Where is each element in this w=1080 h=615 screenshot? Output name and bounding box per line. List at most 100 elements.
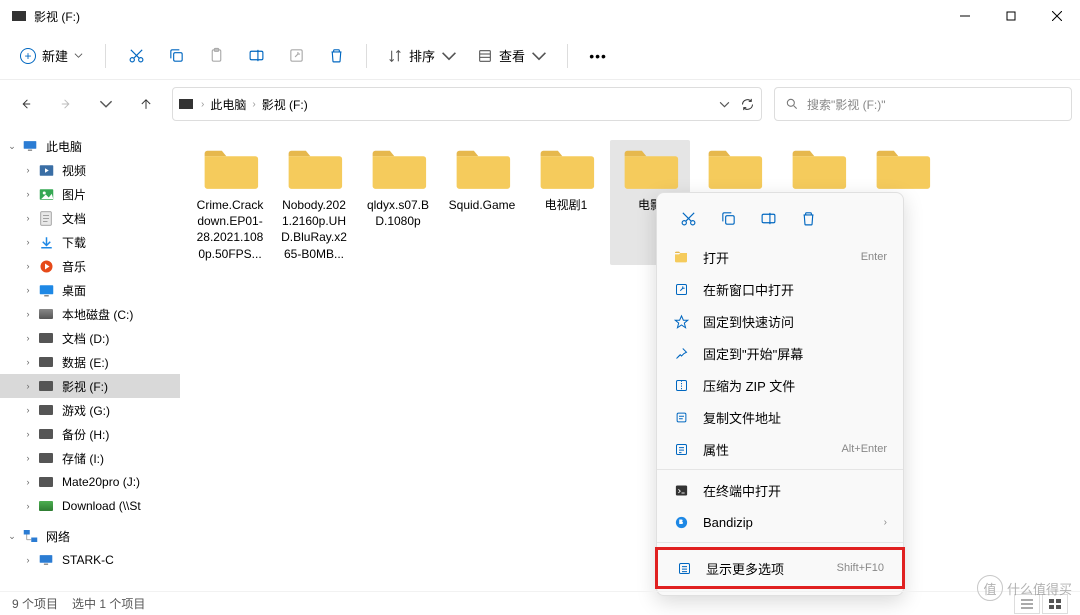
sidebar-item[interactable]: › 音乐 — [0, 254, 180, 278]
expand-icon[interactable]: › — [22, 381, 34, 391]
expand-icon[interactable]: › — [22, 501, 34, 511]
watermark-icon: 值 — [977, 575, 1003, 601]
sort-button[interactable]: 排序 — [379, 42, 465, 69]
sidebar-this-pc[interactable]: ⌄ 此电脑 — [0, 134, 180, 158]
search-placeholder: 搜索"影视 (F:)" — [807, 96, 886, 113]
expand-icon[interactable]: › — [22, 555, 34, 565]
sidebar-item[interactable]: › 数据 (E:) — [0, 350, 180, 374]
ctx-new-window[interactable]: 在新窗口中打开 — [657, 273, 903, 305]
sidebar-item[interactable]: › 文档 — [0, 206, 180, 230]
expand-icon[interactable]: › — [22, 429, 34, 439]
expand-icon[interactable]: › — [22, 213, 34, 223]
expand-icon[interactable]: › — [22, 261, 34, 271]
maximize-button[interactable] — [988, 0, 1034, 32]
breadcrumb: 此电脑 › 影视 (F:) — [210, 96, 307, 113]
ctx-zip[interactable]: 压缩为 ZIP 文件 — [657, 369, 903, 401]
folder-icon — [621, 144, 679, 195]
new-label: 新建 — [42, 46, 68, 65]
expand-icon[interactable]: › — [22, 357, 34, 367]
delete-button[interactable] — [318, 38, 354, 74]
expand-icon[interactable]: › — [22, 333, 34, 343]
sidebar-item[interactable]: › 影视 (F:) — [0, 374, 180, 398]
sort-icon — [387, 48, 403, 64]
folder-icon — [873, 144, 931, 195]
ctx-pin-quick[interactable]: 固定到快速访问 — [657, 305, 903, 337]
view-button[interactable]: 查看 — [469, 42, 555, 69]
rename-button[interactable] — [238, 38, 274, 74]
folder-item[interactable]: 电视剧1 — [526, 140, 606, 265]
expand-icon[interactable]: › — [22, 477, 34, 487]
sidebar-item[interactable]: › 视频 — [0, 158, 180, 182]
up-button[interactable] — [128, 86, 164, 122]
recent-button[interactable] — [88, 86, 124, 122]
sidebar-network-child[interactable]: › STARK-C — [0, 548, 180, 572]
sidebar-label: 文档 — [62, 210, 86, 227]
bandizip-icon — [673, 514, 689, 530]
ctx-properties[interactable]: 属性 Alt+Enter — [657, 433, 903, 465]
breadcrumb-seg[interactable]: 此电脑 — [210, 96, 246, 113]
sidebar-label: 视频 — [62, 162, 86, 179]
paste-button[interactable] — [198, 38, 234, 74]
expand-icon[interactable]: › — [22, 285, 34, 295]
separator — [105, 44, 106, 68]
sidebar-item[interactable]: › 桌面 — [0, 278, 180, 302]
new-button[interactable]: + 新建 — [10, 42, 93, 69]
ctx-copy-path[interactable]: 复制文件地址 — [657, 401, 903, 433]
sidebar-network[interactable]: ⌄ 网络 — [0, 524, 180, 548]
folder-label: 电视剧1 — [545, 197, 588, 213]
sidebar-item[interactable]: › 备份 (H:) — [0, 422, 180, 446]
chevron-down-icon[interactable] — [719, 99, 730, 110]
ctx-delete-button[interactable] — [791, 203, 825, 233]
sidebar-item[interactable]: › 图片 — [0, 182, 180, 206]
expand-icon[interactable]: › — [22, 165, 34, 175]
cut-button[interactable] — [118, 38, 154, 74]
network-icon — [22, 528, 38, 544]
sidebar-label: Download (\\St — [62, 499, 141, 513]
folder-label: Crime.Crackdown.EP01-28.2021.1080p.50FPS… — [194, 197, 266, 261]
more-button[interactable]: ••• — [580, 38, 616, 74]
expand-icon[interactable]: ⌄ — [6, 531, 18, 542]
search-input[interactable]: 搜索"影视 (F:)" — [774, 87, 1072, 121]
titlebar: 影视 (F:) — [0, 0, 1080, 32]
ctx-copy-button[interactable] — [711, 203, 745, 233]
star-icon — [673, 313, 689, 329]
folder-icon — [453, 144, 511, 195]
close-button[interactable] — [1034, 0, 1080, 32]
item-icon — [38, 354, 54, 370]
folder-item[interactable]: Nobody.2021.2160p.UHD.BluRay.x265-B0MB..… — [274, 140, 354, 265]
minimize-button[interactable] — [942, 0, 988, 32]
expand-icon[interactable]: › — [22, 237, 34, 247]
sidebar-item[interactable]: › Mate20pro (J:) — [0, 470, 180, 494]
refresh-icon[interactable] — [740, 97, 755, 112]
expand-icon[interactable]: › — [22, 453, 34, 463]
ctx-open[interactable]: 打开 Enter — [657, 241, 903, 273]
sidebar-item[interactable]: › 本地磁盘 (C:) — [0, 302, 180, 326]
folder-item[interactable]: qldyx.s07.BD.1080p — [358, 140, 438, 265]
ctx-show-more[interactable]: 显示更多选项 Shift+F10 — [660, 552, 900, 584]
expand-icon[interactable]: ⌄ — [6, 141, 18, 152]
expand-icon[interactable]: › — [22, 309, 34, 319]
copy-button[interactable] — [158, 38, 194, 74]
address-bar[interactable]: › 此电脑 › 影视 (F:) — [172, 87, 762, 121]
watermark: 值 什么值得买 — [977, 575, 1072, 601]
share-button[interactable] — [278, 38, 314, 74]
ctx-terminal[interactable]: 在终端中打开 — [657, 474, 903, 506]
ctx-bandizip[interactable]: Bandizip › — [657, 506, 903, 538]
ctx-rename-button[interactable] — [751, 203, 785, 233]
folder-item[interactable]: Crime.Crackdown.EP01-28.2021.1080p.50FPS… — [190, 140, 270, 265]
sidebar-item[interactable]: › Download (\\St — [0, 494, 180, 518]
folder-content[interactable]: Crime.Crackdown.EP01-28.2021.1080p.50FPS… — [180, 128, 1080, 591]
forward-button[interactable] — [48, 86, 84, 122]
back-button[interactable] — [8, 86, 44, 122]
breadcrumb-seg[interactable]: 影视 (F:) — [262, 96, 308, 113]
expand-icon[interactable]: › — [22, 189, 34, 199]
ctx-cut-button[interactable] — [671, 203, 705, 233]
sidebar-item[interactable]: › 存储 (I:) — [0, 446, 180, 470]
sidebar-item[interactable]: › 下载 — [0, 230, 180, 254]
expand-icon[interactable]: › — [22, 405, 34, 415]
sidebar-item[interactable]: › 文档 (D:) — [0, 326, 180, 350]
folder-item[interactable]: Squid.Game — [442, 140, 522, 265]
ctx-pin-start[interactable]: 固定到"开始"屏幕 — [657, 337, 903, 369]
sidebar-item[interactable]: › 游戏 (G:) — [0, 398, 180, 422]
chevron-down-icon — [531, 48, 547, 64]
